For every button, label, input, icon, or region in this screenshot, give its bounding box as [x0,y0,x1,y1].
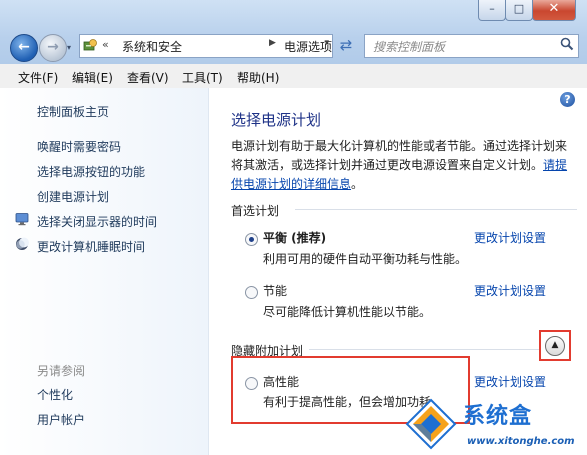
page-title: 选择电源计划 [231,111,322,129]
site-watermark: 系统盒 www.xitonghe.com [399,394,587,455]
monitor-icon [15,213,29,226]
window-titlebar: – □ ✕ ← → ▾ « 系统和安全 ▶ 电源选项 ▾ ⇄ 搜索控制面板 [0,0,587,64]
sidebar-control-panel-home[interactable]: 控制面板主页 [37,103,109,120]
help-icon[interactable]: ? [560,92,575,107]
breadcrumb-system-security[interactable]: 系统和安全 [122,38,182,55]
menu-file[interactable]: 文件(F) [18,69,58,86]
address-dropdown-icon[interactable]: ▾ [324,38,329,48]
maximize-button[interactable]: □ [505,0,533,21]
group-divider [309,349,539,350]
watermark-text: 系统盒 [463,404,533,429]
menu-help[interactable]: 帮助(H) [237,69,279,86]
sidebar-item-sleep-time[interactable]: 更改计算机睡眠时间 [37,238,145,255]
back-button[interactable]: ← [10,34,38,62]
minimize-button[interactable]: – [478,0,506,21]
task-sidebar: 控制面板主页 唤醒时需要密码 选择电源按钮的功能 创建电源计划 选择关闭显示器的… [0,88,209,455]
search-placeholder: 搜索控制面板 [373,40,446,54]
description-end: 。 [351,177,364,191]
sidebar-item-user-accounts[interactable]: 用户帐户 [37,411,85,428]
plan-power-saver-name[interactable]: 节能 [263,282,287,299]
forward-button[interactable]: → [39,34,67,62]
close-button[interactable]: ✕ [532,0,576,21]
plan-balanced-name[interactable]: 平衡 (推荐) [263,229,326,246]
menu-edit[interactable]: 编辑(E) [72,69,113,86]
plan-balanced-radio[interactable] [245,233,258,246]
sidebar-item-personalization[interactable]: 个性化 [37,386,73,403]
sidebar-item-display-off[interactable]: 选择关闭显示器的时间 [37,213,157,230]
search-input[interactable]: 搜索控制面板 [364,34,579,58]
plan-power-saver-change-link[interactable]: 更改计划设置 [474,282,546,299]
sidebar-item-create-plan[interactable]: 创建电源计划 [37,188,109,205]
preferred-plans-heading: 首选计划 [231,204,280,218]
moon-icon [16,237,29,250]
sidebar-item-require-password[interactable]: 唤醒时需要密码 [37,138,121,155]
search-icon[interactable] [560,37,574,51]
plan-balanced-change-link[interactable]: 更改计划设置 [474,229,546,246]
menu-tools[interactable]: 工具(T) [182,69,223,86]
watermark-logo-icon [405,398,457,450]
group-divider [295,209,577,210]
address-bar[interactable]: « 系统和安全 ▶ 电源选项 ▾ [79,34,333,58]
plan-power-saver-radio[interactable] [245,286,258,299]
plan-power-saver-desc: 尽可能降低计算机性能以节能。 [263,305,432,319]
recent-pages-dropdown-icon[interactable]: ▾ [67,43,71,52]
page-description: 电源计划有助于最大化计算机的性能或者节能。通过选择计划来将其激活，或选择计划并通… [231,137,571,194]
refresh-button[interactable]: ⇄ [334,34,358,56]
highlight-box-collapse [539,330,571,361]
plan-high-performance-change-link[interactable]: 更改计划设置 [474,373,546,390]
see-also-heading: 另请参阅 [37,364,86,378]
menu-bar: 文件(F) 编辑(E) 查看(V) 工具(T) 帮助(H) [0,64,587,89]
address-overflow-icon[interactable]: « [102,38,109,51]
menu-view[interactable]: 查看(V) [127,69,169,86]
description-text: 电源计划有助于最大化计算机的性能或者节能。通过选择计划来将其激活，或选择计划并通… [231,139,568,172]
sidebar-item-power-buttons[interactable]: 选择电源按钮的功能 [37,163,145,180]
control-panel-icon [83,39,97,51]
breadcrumb-arrow-icon[interactable]: ▶ [269,38,276,48]
plan-balanced-desc: 利用可用的硬件自动平衡功耗与性能。 [263,252,468,266]
watermark-url: www.xitonghe.com [467,436,575,447]
